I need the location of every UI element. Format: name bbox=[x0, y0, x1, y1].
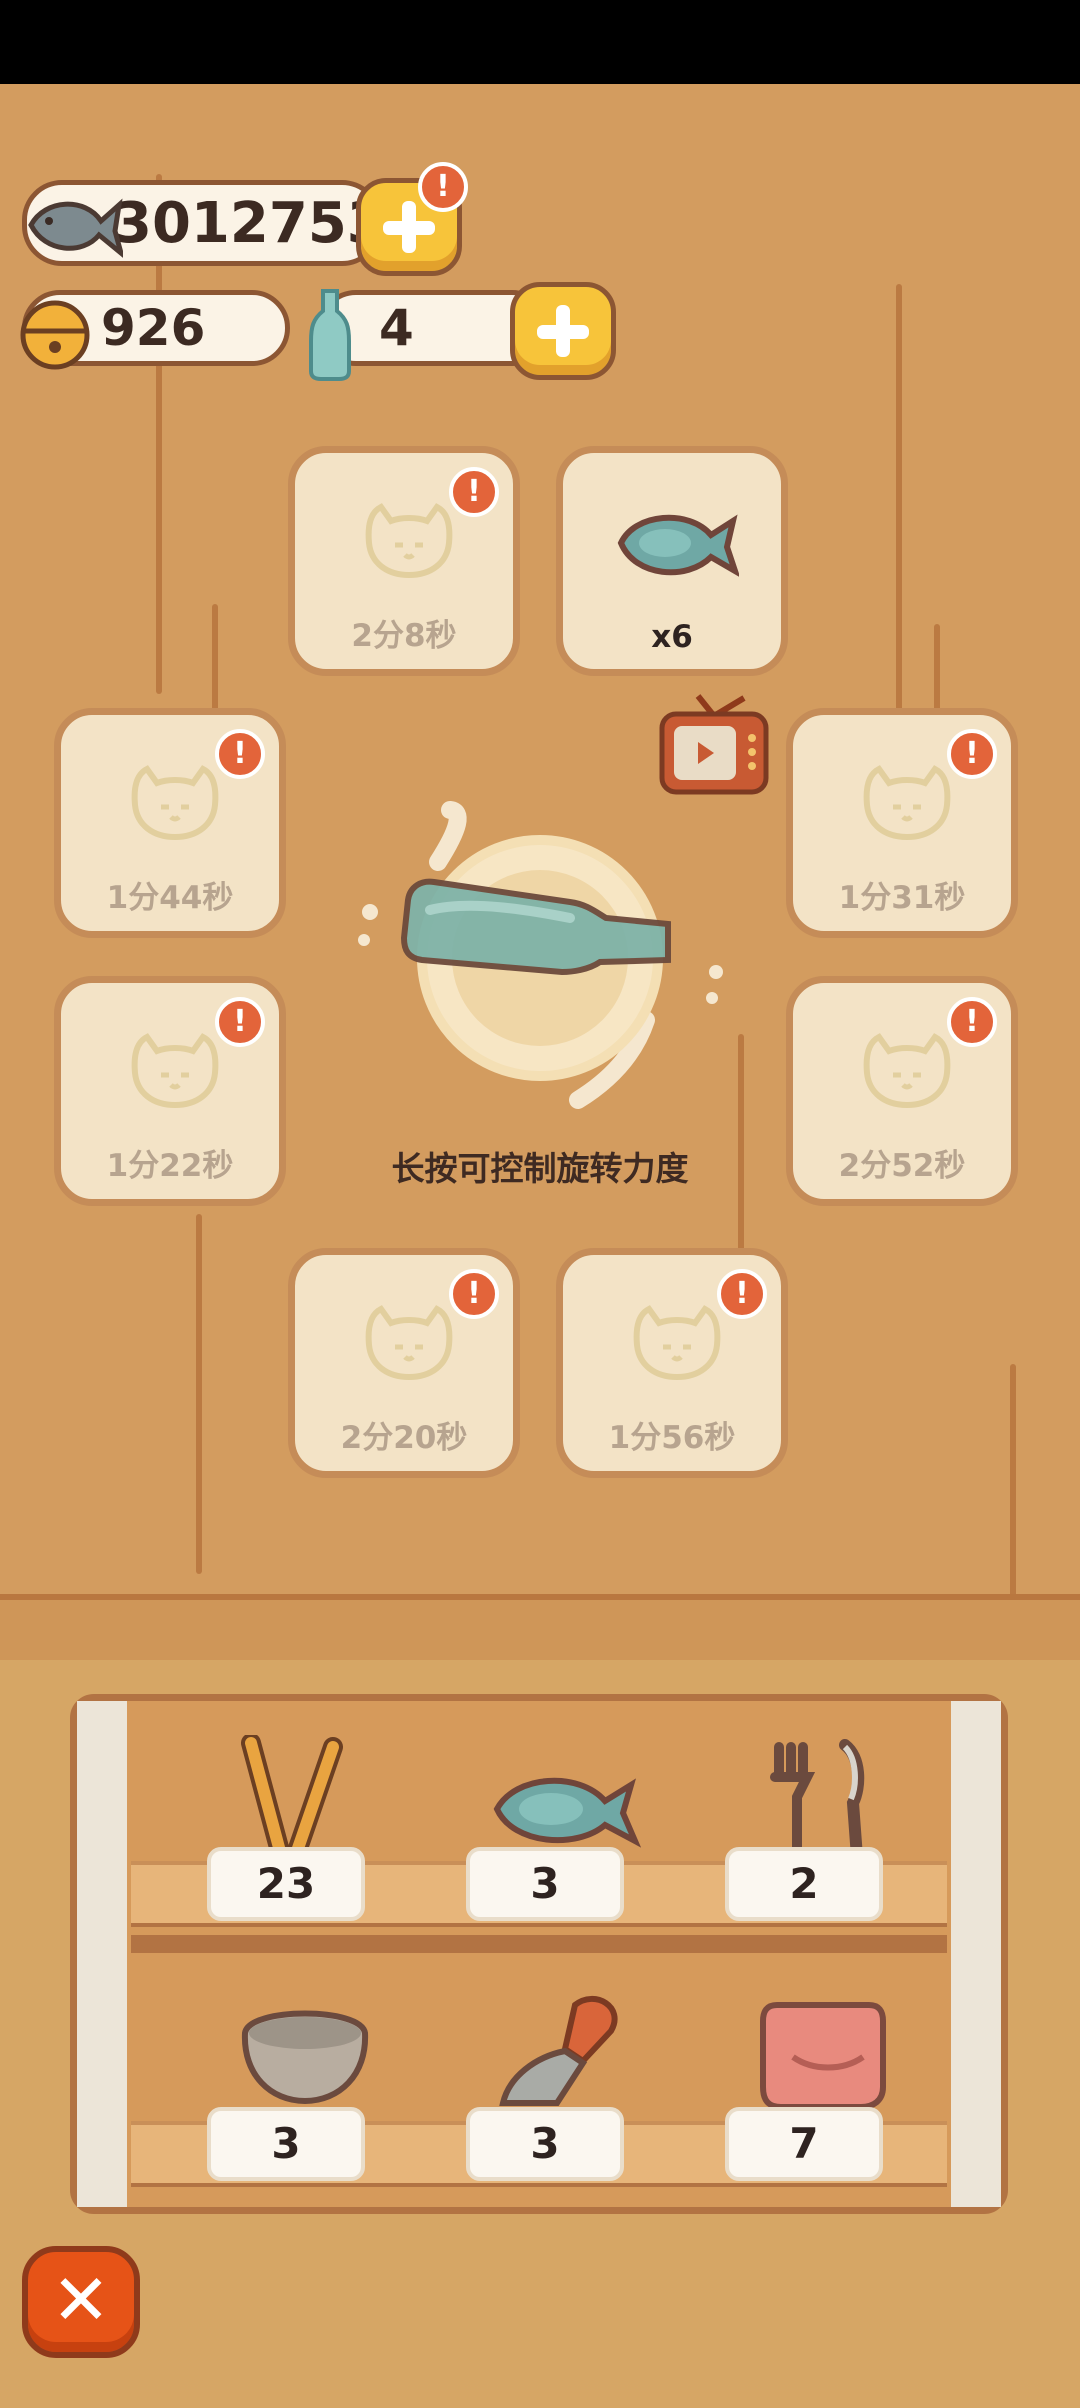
fish-icon bbox=[493, 1777, 641, 1848]
spin-bottle-plate[interactable] bbox=[350, 800, 730, 1120]
bell-count: 926 bbox=[101, 299, 206, 357]
tv-ad-icon[interactable] bbox=[656, 692, 772, 800]
cat-slot-3[interactable]: ! 1分44秒 bbox=[54, 708, 286, 938]
bowl-icon bbox=[241, 2010, 369, 2105]
fish-food-icon bbox=[617, 514, 739, 577]
fish-icon bbox=[28, 198, 123, 258]
cat-slot-5[interactable]: ! 1分22秒 bbox=[54, 976, 286, 1206]
spatula-icon bbox=[499, 1996, 618, 2106]
shelf-glass-right bbox=[951, 1701, 1001, 2207]
bottle-count: 4 bbox=[379, 299, 414, 357]
chopsticks-icon bbox=[241, 1735, 343, 1865]
slot-alert-badge: ! bbox=[947, 997, 997, 1047]
slot-timer: 1分31秒 bbox=[838, 880, 966, 916]
slot-count: x6 bbox=[651, 619, 693, 655]
item-count-bowl[interactable]: 3 bbox=[207, 2107, 365, 2181]
fish-alert-badge: ! bbox=[418, 162, 468, 212]
bell-currency-pill: 926 bbox=[20, 290, 290, 370]
shelf-divider bbox=[131, 1935, 947, 1953]
cat-slot-1[interactable]: ! 2分8秒 bbox=[288, 446, 520, 676]
cat-slot-6[interactable]: ! 2分52秒 bbox=[786, 976, 1018, 1206]
slot-alert-badge: ! bbox=[449, 467, 499, 517]
slot-alert-badge: ! bbox=[717, 1269, 767, 1319]
fish-count: 3012753 bbox=[113, 190, 386, 256]
item-count-utensils[interactable]: 2 bbox=[725, 1847, 883, 1921]
slot-timer: 2分52秒 bbox=[838, 1148, 966, 1184]
shelf-glass-left bbox=[77, 1701, 127, 2207]
item-shelf: 23 3 2 3 3 7 bbox=[70, 1694, 1008, 2214]
slot-alert-badge: ! bbox=[947, 729, 997, 779]
cat-slot-2[interactable]: x6 bbox=[556, 446, 788, 676]
status-bar bbox=[0, 0, 1080, 84]
fish-currency-pill: 3012753 bbox=[22, 180, 386, 266]
close-button[interactable]: ✕ bbox=[22, 2246, 140, 2358]
wood-plank bbox=[0, 1594, 1080, 1666]
item-count-fish[interactable]: 3 bbox=[466, 1847, 624, 1921]
slot-timer: 2分8秒 bbox=[351, 618, 457, 654]
item-count-chopsticks[interactable]: 23 bbox=[207, 1847, 365, 1921]
bell-icon bbox=[20, 300, 90, 370]
spin-hint-text: 长按可控制旋转力度 bbox=[391, 1149, 689, 1188]
slot-alert-badge: ! bbox=[449, 1269, 499, 1319]
slot-alert-badge: ! bbox=[215, 729, 265, 779]
mitten-icon bbox=[760, 2002, 886, 2110]
item-count-mitten[interactable]: 7 bbox=[725, 2107, 883, 2181]
item-count-spatula[interactable]: 3 bbox=[466, 2107, 624, 2181]
bottle-icon bbox=[309, 289, 351, 381]
fork-knife-icon bbox=[770, 1739, 865, 1863]
cat-slot-7[interactable]: ! 2分20秒 bbox=[288, 1248, 520, 1478]
wood-crack bbox=[196, 1214, 202, 1574]
slot-timer: 1分22秒 bbox=[106, 1148, 234, 1184]
slot-timer: 2分20秒 bbox=[340, 1420, 468, 1456]
cat-slot-4[interactable]: ! 1分31秒 bbox=[786, 708, 1018, 938]
slot-timer: 1分56秒 bbox=[608, 1420, 736, 1456]
slot-alert-badge: ! bbox=[215, 997, 265, 1047]
cat-slot-8[interactable]: ! 1分56秒 bbox=[556, 1248, 788, 1478]
slot-timer: 1分44秒 bbox=[106, 880, 234, 916]
add-bottle-button[interactable] bbox=[510, 282, 616, 380]
